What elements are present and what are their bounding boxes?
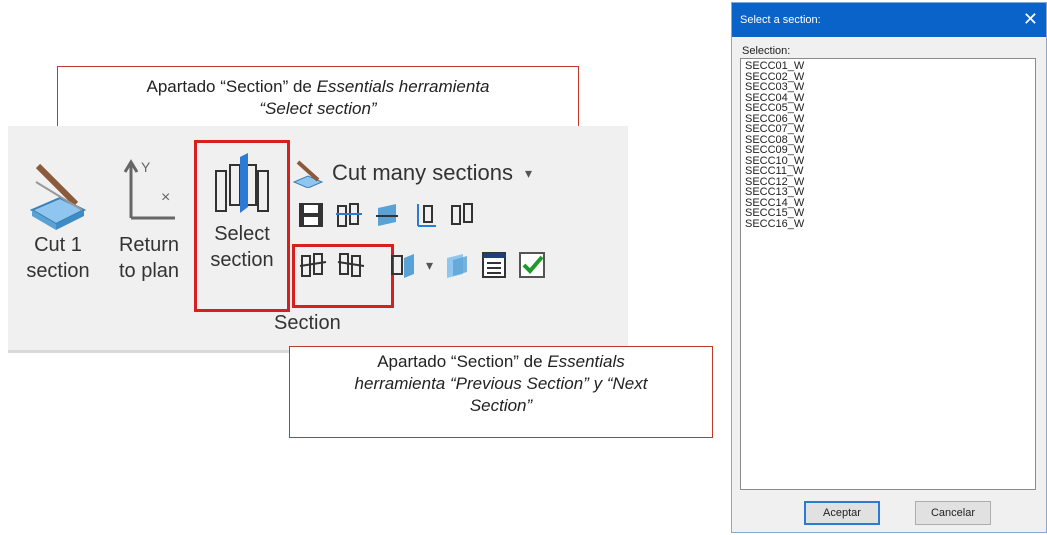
callout2-text-italic: Essentials bbox=[547, 352, 625, 371]
cut-1-section-button[interactable]: Cut 1 section bbox=[12, 152, 104, 284]
return-to-plan-button[interactable]: Y × Return to plan bbox=[108, 152, 190, 284]
callout-text-italic-2: “Select section” bbox=[259, 99, 377, 118]
callout2-text-plain: Apartado “Section” de bbox=[377, 352, 548, 371]
chevron-down-icon[interactable]: ▾ bbox=[525, 165, 532, 182]
ribbon-section-group: Cut 1 section Y × Return to plan Select … bbox=[8, 126, 628, 353]
callout-text-italic: Essentials herramienta bbox=[316, 77, 490, 96]
previous-section-icon[interactable] bbox=[298, 250, 328, 280]
return-label-2: to plan bbox=[118, 260, 180, 282]
list-item[interactable]: SECC01_W bbox=[745, 61, 1031, 72]
axis-section-icon[interactable] bbox=[410, 200, 440, 230]
cut-many-icon bbox=[292, 160, 324, 188]
list-item[interactable]: SECC13_W bbox=[745, 187, 1031, 198]
cut-1-label-1: Cut 1 bbox=[34, 234, 82, 256]
callout2-text-italic-2: herramienta “Previous Section” y “Next bbox=[354, 374, 648, 393]
list-item[interactable]: SECC15_W bbox=[745, 208, 1031, 219]
section-group-label: Section bbox=[274, 312, 341, 334]
callout-select-section: Apartado “Section” de Essentials herrami… bbox=[57, 66, 579, 132]
next-section-icon[interactable] bbox=[336, 250, 366, 280]
section-move-icon[interactable] bbox=[372, 200, 402, 230]
tool-row-2 bbox=[296, 200, 478, 230]
section-pair-icon[interactable] bbox=[448, 200, 478, 230]
callout2-text-italic-3: Section” bbox=[469, 396, 533, 415]
select-section-icon bbox=[215, 153, 269, 213]
list-item[interactable]: SECC16_W bbox=[745, 218, 1031, 230]
callout-text-plain: Apartado “Section” de bbox=[146, 77, 317, 96]
return-label-1: Return bbox=[118, 234, 180, 256]
cancel-button[interactable]: Cancelar bbox=[915, 501, 991, 525]
chevron-down-icon[interactable]: ▾ bbox=[426, 257, 433, 274]
axes-icon: Y × bbox=[123, 159, 175, 220]
dialog-title: Select a section: bbox=[740, 14, 821, 26]
section-listbox[interactable]: SECC01_W SECC02_W SECC03_W SECC04_W SECC05_W… bbox=[740, 58, 1036, 490]
list-item[interactable]: SECC11_W bbox=[745, 166, 1031, 177]
section-options-icon[interactable] bbox=[388, 250, 418, 280]
cut-many-label: Cut many sections bbox=[332, 160, 513, 185]
select-section-button[interactable]: Select section bbox=[194, 140, 290, 312]
select-section-dialog: Select a section: ✕ Selection: SECC01_W S… bbox=[731, 2, 1047, 533]
svg-text:×: × bbox=[161, 189, 170, 206]
select-label-1: Select bbox=[214, 223, 270, 245]
accept-button[interactable]: Aceptar bbox=[804, 501, 880, 525]
selection-label: Selection: bbox=[742, 45, 791, 57]
save-icon[interactable] bbox=[296, 200, 326, 230]
callout-previous-next: Apartado “Section” de Essentials herrami… bbox=[289, 346, 713, 438]
cut-many-sections-button[interactable]: Cut many sections ▾ bbox=[292, 158, 532, 188]
list-item[interactable]: SECC05_W bbox=[745, 103, 1031, 114]
list-item[interactable]: SECC07_W bbox=[745, 124, 1031, 135]
close-icon[interactable]: ✕ bbox=[1023, 9, 1038, 30]
select-label-2: section bbox=[210, 249, 274, 271]
svg-text:Y: Y bbox=[141, 159, 151, 175]
checkmark-icon[interactable] bbox=[517, 250, 547, 280]
section-view-icon[interactable] bbox=[441, 250, 471, 280]
list-item[interactable]: SECC09_W bbox=[745, 145, 1031, 156]
list-icon[interactable] bbox=[479, 250, 509, 280]
cut-section-icon bbox=[29, 163, 87, 230]
section-grid-icon[interactable] bbox=[334, 200, 364, 230]
dialog-titlebar[interactable]: Select a section: ✕ bbox=[732, 3, 1046, 37]
cut-1-label-2: section bbox=[26, 260, 90, 282]
list-item[interactable]: SECC03_W bbox=[745, 82, 1031, 93]
tool-row-3: ▾ bbox=[298, 250, 547, 280]
